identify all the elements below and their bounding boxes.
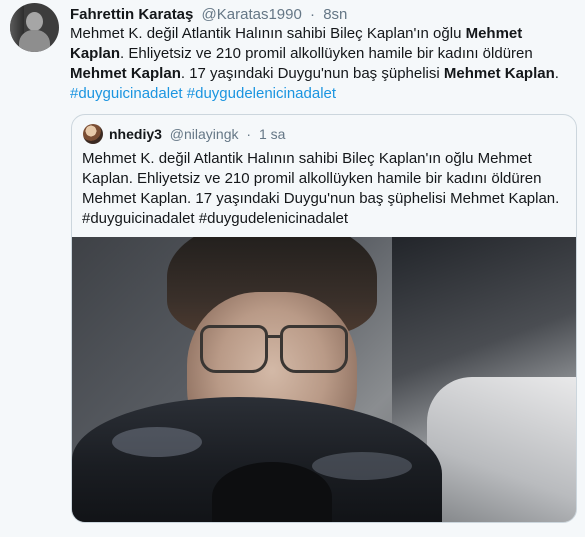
tweet-text: Mehmet K. değil Atlantik Halının sahibi …	[70, 24, 578, 104]
action-bar-edge	[0, 527, 585, 537]
hashtag-link[interactable]: #duygudelenicinadalet	[187, 85, 336, 102]
tweet-timestamp[interactable]: 8sn	[323, 6, 347, 23]
tweet-text-segment: . 17 yaşındaki Duygu'nun baş şüphelisi	[180, 65, 444, 82]
bold-name: Mehmet Kaplan	[70, 65, 181, 82]
tweet-text-segment: . Ehliyetsiz ve 210 promil alkollüyken h…	[120, 45, 533, 62]
tweet-header: Fahrettin Karataş @Karatas1990 · 8sn	[70, 6, 347, 24]
tweet-text-segment: .	[554, 65, 559, 82]
author-handle[interactable]: @Karatas1990	[202, 6, 302, 23]
quoted-tweet-text: Mehmet K. değil Atlantik Halının sahibi …	[82, 150, 560, 227]
quoted-tweet-header: nhediy3 @nilayingk · 1 sa	[109, 125, 285, 143]
separator-dot: ·	[246, 126, 252, 142]
quoted-timestamp[interactable]: 1 sa	[259, 126, 285, 142]
tweet[interactable]: Fahrettin Karataş @Karatas1990 · 8sn Meh…	[0, 0, 585, 537]
author-name[interactable]: Fahrettin Karataş	[70, 6, 193, 23]
quoted-author-handle[interactable]: @nilayingk	[170, 126, 239, 142]
tweet-text-segment: Mehmet K. değil Atlantik Halının sahibi …	[70, 25, 466, 42]
quoted-author-avatar[interactable]	[83, 124, 103, 144]
quoted-tweet[interactable]: nhediy3 @nilayingk · 1 sa Mehmet K. deği…	[71, 114, 577, 523]
quoted-author-name[interactable]: nhediy3	[109, 126, 162, 142]
hashtag-link[interactable]: #duyguicinadalet	[70, 85, 183, 102]
author-avatar[interactable]	[10, 3, 59, 52]
separator-dot: ·	[310, 6, 316, 23]
quoted-tweet-photo[interactable]	[72, 237, 576, 522]
bold-name: Mehmet Kaplan	[443, 65, 555, 82]
